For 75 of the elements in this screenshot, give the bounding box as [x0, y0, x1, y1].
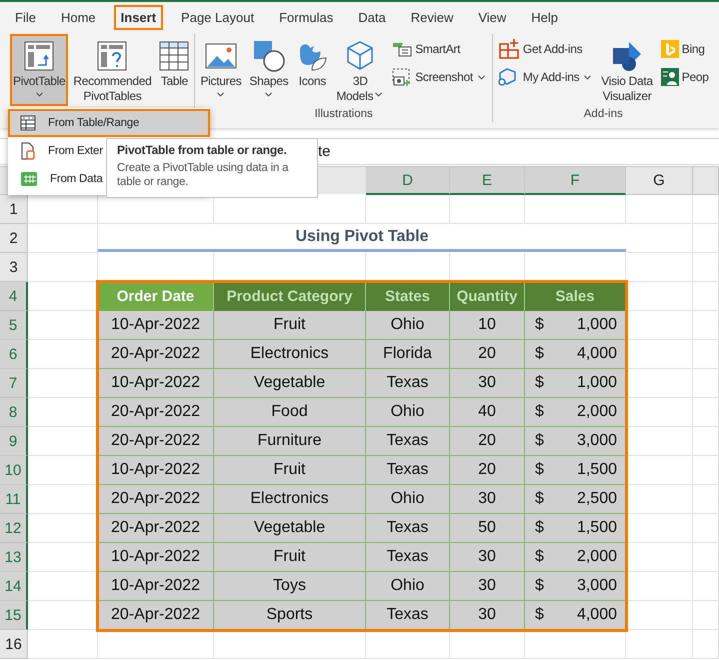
table-cell: 10-Apr-2022: [98, 456, 214, 485]
tooltip-title: PivotTable from table or range.: [117, 143, 288, 157]
table-cell: Fruit: [214, 543, 366, 572]
currency-symbol: $: [535, 316, 544, 334]
sales-amount: 4,000: [576, 606, 617, 624]
sales-amount: 3,000: [576, 432, 617, 450]
sheet-title: Using Pivot Table: [98, 224, 626, 252]
table-cell: Food: [214, 398, 366, 427]
table-cell: Furniture: [214, 427, 366, 456]
table-cell: Texas: [366, 369, 450, 398]
table-cell: Texas: [366, 427, 450, 456]
currency-symbol: $: [535, 519, 544, 537]
sales-amount: 2,500: [576, 490, 617, 508]
table-cell: Electronics: [214, 485, 366, 514]
currency-symbol: $: [535, 374, 544, 392]
table-cell: Vegetable: [214, 369, 366, 398]
table-cell: 50: [450, 514, 525, 543]
table-cell: Ohio: [366, 572, 450, 601]
table-header-cell: Sales: [525, 282, 626, 311]
currency-symbol: $: [535, 403, 544, 421]
table-cell: 20-Apr-2022: [98, 340, 214, 369]
table-header-cell: Order Date: [98, 282, 214, 311]
group-label: Illustrations: [314, 108, 373, 120]
table-cell: Ohio: [366, 485, 450, 514]
table-cell: 30: [450, 369, 525, 398]
table-cell: 20-Apr-2022: [98, 427, 214, 456]
currency-symbol: $: [535, 577, 544, 595]
table-cell: 40: [450, 398, 525, 427]
table-cell: Electronics: [214, 340, 366, 369]
sales-amount: 1,500: [576, 461, 617, 479]
sales-amount: 1,500: [576, 519, 617, 537]
table-header-cell: States: [366, 282, 450, 311]
table-cell: 30: [450, 601, 525, 630]
table-cell: 20: [450, 456, 525, 485]
table-cell: Vegetable: [214, 514, 366, 543]
table-cell: Ohio: [366, 311, 450, 340]
currency-symbol: $: [535, 345, 544, 363]
table-cell: 30: [450, 485, 525, 514]
table-cell: 10-Apr-2022: [98, 369, 214, 398]
table-cell: Texas: [366, 456, 450, 485]
table-cell: 10-Apr-2022: [98, 311, 214, 340]
table-cell: Sports: [214, 601, 366, 630]
table-cell: Ohio: [366, 398, 450, 427]
table-cell: Fruit: [214, 311, 366, 340]
group-label: Add-ins: [584, 108, 623, 120]
table-cell: 10: [450, 311, 525, 340]
table-header-cell: Product Category: [214, 282, 366, 311]
table-cell: Florida: [366, 340, 450, 369]
currency-symbol: $: [535, 432, 544, 450]
currency-symbol: $: [535, 548, 544, 566]
sales-amount: 2,000: [576, 403, 617, 421]
table-cell: 20-Apr-2022: [98, 398, 214, 427]
sales-amount: 1,000: [576, 316, 617, 334]
table-cell: Texas: [366, 514, 450, 543]
table-cell: Texas: [366, 601, 450, 630]
table-cell: 20-Apr-2022: [98, 601, 214, 630]
table-cell: 30: [450, 572, 525, 601]
table-cell: Texas: [366, 543, 450, 572]
sales-amount: 3,000: [576, 577, 617, 595]
currency-symbol: $: [535, 490, 544, 508]
sales-amount: 1,000: [576, 374, 617, 392]
sales-amount: 4,000: [576, 345, 617, 363]
table-cell: 20-Apr-2022: [98, 485, 214, 514]
table-cell: Fruit: [214, 456, 366, 485]
table-cell: Toys: [214, 572, 366, 601]
table-cell: 20: [450, 427, 525, 456]
sales-amount: 2,000: [576, 548, 617, 566]
table-cell: 10-Apr-2022: [98, 543, 214, 572]
table-cell: 20-Apr-2022: [98, 514, 214, 543]
table-header-cell: Quantity: [450, 282, 525, 311]
currency-symbol: $: [535, 461, 544, 479]
table-cell: 20: [450, 340, 525, 369]
currency-symbol: $: [535, 606, 544, 624]
table-cell: 30: [450, 543, 525, 572]
table-cell: 10-Apr-2022: [98, 572, 214, 601]
